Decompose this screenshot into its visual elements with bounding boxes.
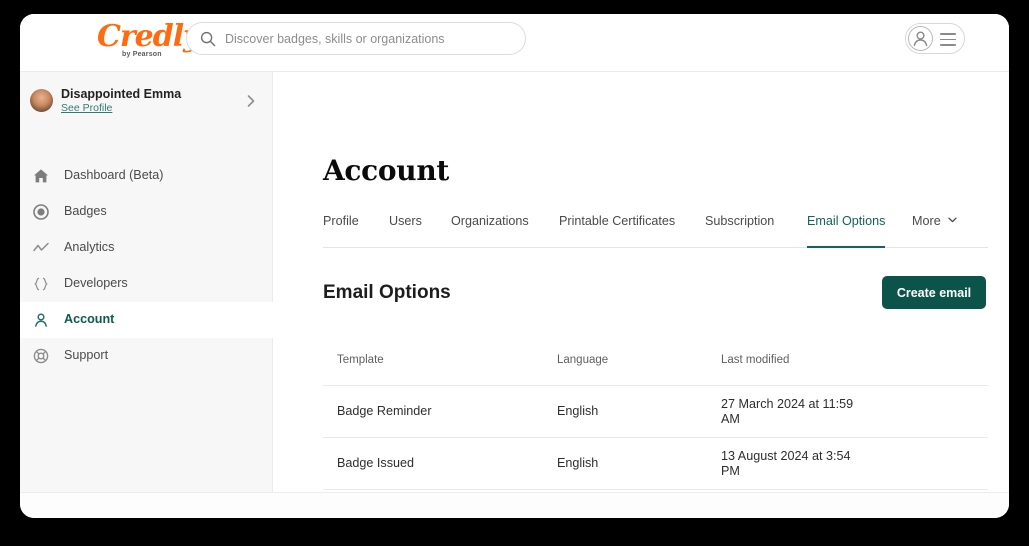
sidebar-item-label: Analytics: [64, 240, 115, 254]
avatar: [30, 89, 53, 112]
tab-more[interactable]: More: [912, 214, 957, 248]
sidebar-item-label: Dashboard (Beta): [64, 168, 164, 182]
person-icon: [32, 311, 50, 329]
left-sidebar: Disappointed Emma See Profile Dashboard …: [20, 72, 273, 492]
table-row[interactable]: Badge Reminder English 27 March 2024 at …: [323, 386, 988, 438]
cell-language: English: [557, 456, 599, 470]
hamburger-menu-icon[interactable]: [940, 33, 956, 46]
account-menu-pill[interactable]: [905, 23, 965, 54]
sidebar-item-account[interactable]: Account: [20, 302, 273, 338]
cell-template: Badge Reminder: [337, 404, 432, 418]
search-icon: [200, 31, 216, 47]
column-header-template: Template: [337, 354, 384, 366]
sidebar-item-label: Support: [64, 348, 109, 362]
tab-email-options[interactable]: Email Options: [807, 214, 886, 248]
sidebar-item-support[interactable]: Support: [20, 338, 273, 374]
page-title: Account: [323, 154, 450, 187]
cell-language: English: [557, 404, 599, 418]
sidebar-item-badges[interactable]: Badges: [20, 194, 273, 230]
credly-logo-wordmark: Credly: [97, 19, 201, 54]
profile-summary-row[interactable]: Disappointed Emma See Profile: [20, 72, 273, 130]
see-profile-link[interactable]: See Profile: [61, 102, 112, 114]
tab-subscription[interactable]: Subscription: [705, 214, 774, 248]
search-box[interactable]: [186, 22, 526, 55]
home-icon: [32, 167, 50, 185]
table-row[interactable]: Badge Issued English 13 August 2024 at 3…: [323, 438, 988, 490]
section-title: Email Options: [323, 282, 451, 303]
footer-strip: [20, 492, 1009, 518]
cell-template: Badge Issued: [337, 456, 415, 470]
column-header-language: Language: [557, 354, 609, 366]
search-input[interactable]: [225, 23, 517, 54]
sidebar-item-label: Account: [64, 312, 115, 326]
cell-last-modified: 13 August 2024 at 3:54 PM: [721, 449, 851, 478]
top-header-bar: Credly by Pearson: [20, 14, 1009, 72]
tab-more-label: More: [912, 214, 941, 228]
analytics-chart-icon: [32, 239, 50, 257]
tab-organizations[interactable]: Organizations: [451, 214, 529, 248]
sidebar-item-label: Badges: [64, 204, 107, 218]
account-tabs: Profile Users Organizations Printable Ce…: [323, 214, 988, 248]
tab-users[interactable]: Users: [389, 214, 422, 248]
chevron-right-icon[interactable]: [246, 94, 256, 108]
life-ring-icon: [32, 347, 50, 365]
credly-logo-subtext: by Pearson: [122, 51, 162, 58]
column-header-last-modified: Last modified: [721, 354, 790, 366]
tab-profile[interactable]: Profile: [323, 214, 359, 248]
create-email-button[interactable]: Create email: [882, 276, 986, 309]
sidebar-item-developers[interactable]: Developers: [20, 266, 273, 302]
cell-last-modified: 27 March 2024 at 11:59 AM: [721, 397, 854, 426]
user-avatar-icon[interactable]: [908, 26, 933, 51]
table-header-row: Template Language Last modified: [323, 342, 988, 386]
chevron-down-icon: [948, 212, 957, 226]
browser-viewport: Credly by Pearson Discover badges, skill…: [20, 14, 1009, 518]
sidebar-item-analytics[interactable]: Analytics: [20, 230, 273, 266]
sidebar-item-label: Developers: [64, 276, 128, 290]
credly-logo[interactable]: Credly by Pearson: [97, 22, 201, 64]
email-templates-table: Template Language Last modified Badge Re…: [323, 342, 988, 490]
profile-name: Disappointed Emma: [61, 87, 182, 101]
sidebar-item-dashboard[interactable]: Dashboard (Beta): [20, 158, 273, 194]
code-braces-icon: [32, 275, 50, 293]
main-content: Account Profile Users Organizations Prin…: [273, 72, 1009, 492]
tab-printable-certificates[interactable]: Printable Certificates: [559, 214, 675, 248]
badge-circle-icon: [32, 203, 50, 221]
